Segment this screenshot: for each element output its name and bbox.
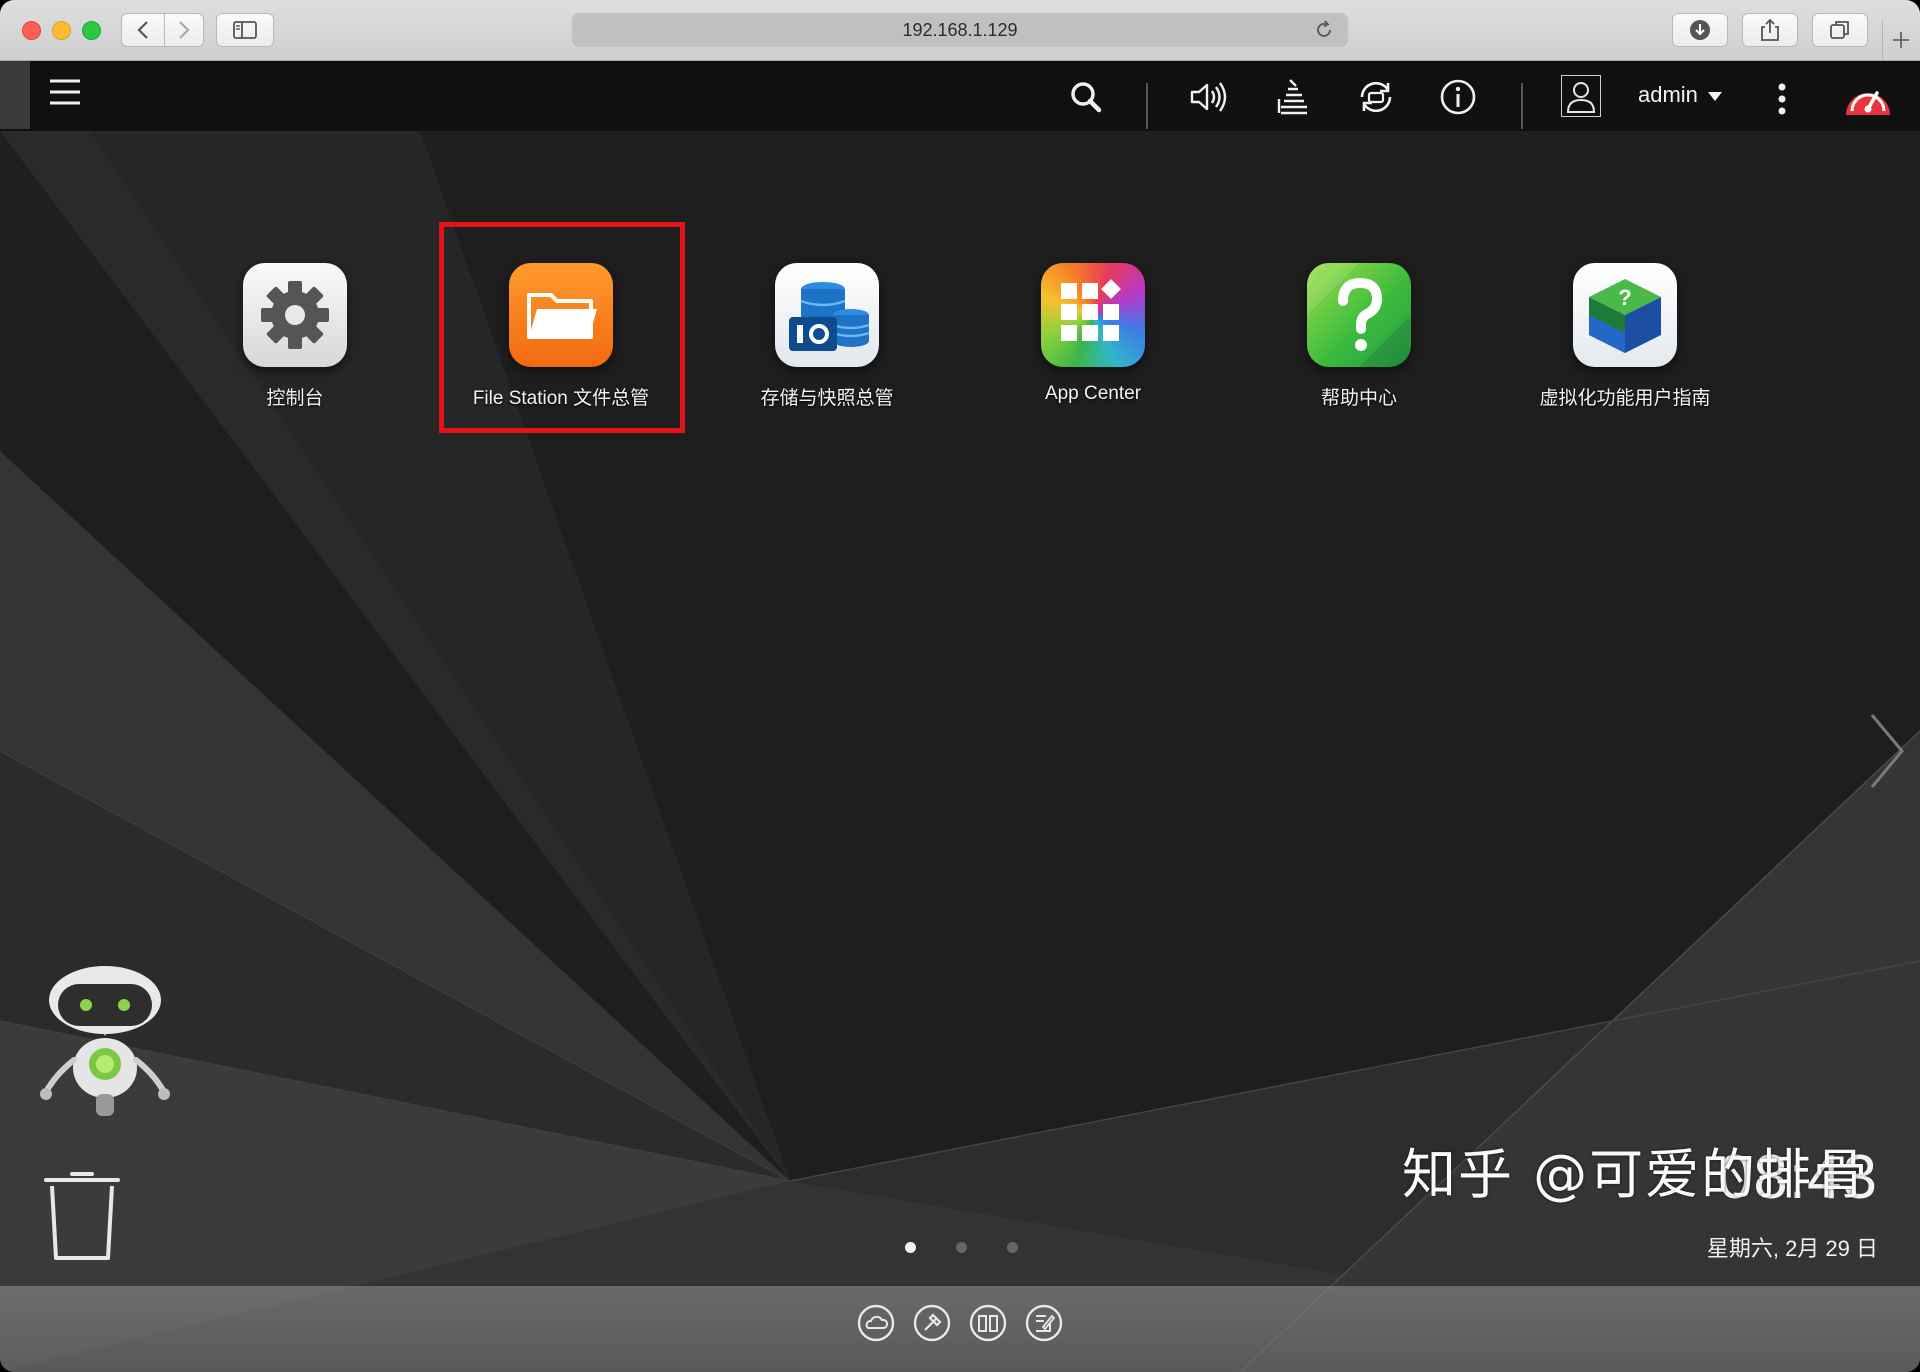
tools-icon[interactable]	[912, 1303, 952, 1343]
qts-top-bar: admin	[0, 61, 1920, 131]
resource-monitor-icon[interactable]	[1843, 77, 1893, 119]
new-tab-button[interactable]	[1882, 20, 1919, 60]
watermark-text: 知乎 @可爱的排骨	[1402, 1143, 1870, 1206]
page-dot[interactable]	[956, 1242, 967, 1253]
qboost-robot-icon[interactable]	[36, 964, 174, 1122]
app-label: 控制台	[266, 388, 324, 409]
page-indicator	[900, 1238, 1030, 1258]
app-label: App Center	[1044, 383, 1142, 404]
left-edge-strip	[0, 61, 30, 129]
info-icon[interactable]	[1438, 77, 1478, 117]
browser-window: 192.168.1.129 admin 控制台 File Station 文件总…	[0, 0, 1920, 1372]
forward-button[interactable]	[164, 13, 204, 47]
app-grid-icon[interactable]	[1041, 263, 1145, 367]
user-icon	[1566, 82, 1596, 113]
minimize-window-button[interactable]	[52, 21, 71, 40]
bottom-dock	[0, 1286, 1920, 1372]
app-storage-snapshots[interactable]: 存储与快照总管	[707, 263, 947, 410]
browser-toolbar: 192.168.1.129	[0, 0, 1920, 61]
plus-icon	[1893, 32, 1909, 48]
caret-down-icon[interactable]	[1708, 92, 1722, 101]
sidebar-toggle-button[interactable]	[216, 13, 274, 47]
user-avatar[interactable]	[1561, 75, 1601, 117]
clock-date: 星期六, 2月 29 日	[1706, 1236, 1878, 1261]
toolbar-divider	[1521, 83, 1523, 129]
cloud-icon[interactable]	[856, 1303, 896, 1343]
page-dot[interactable]	[905, 1242, 916, 1253]
app-app-center[interactable]: App Center	[973, 263, 1213, 405]
event-log-icon[interactable]	[1274, 77, 1314, 117]
book-icon[interactable]	[968, 1303, 1008, 1343]
page-dot[interactable]	[1007, 1242, 1018, 1253]
address-bar[interactable]: 192.168.1.129	[572, 13, 1348, 47]
back-button[interactable]	[121, 13, 165, 47]
app-help-center[interactable]: 帮助中心	[1239, 263, 1479, 410]
sync-icon[interactable]	[1356, 77, 1396, 117]
zoom-window-button[interactable]	[82, 21, 101, 40]
app-label: 帮助中心	[1320, 388, 1397, 409]
highlight-box	[439, 222, 685, 433]
username-label[interactable]: admin	[1638, 82, 1698, 108]
chevron-left-icon	[137, 21, 148, 39]
trash-icon[interactable]	[44, 1166, 120, 1262]
help-icon[interactable]	[1307, 263, 1411, 367]
more-icon[interactable]	[1770, 79, 1794, 119]
reload-icon[interactable]	[1314, 20, 1334, 40]
storage-icon[interactable]	[775, 263, 879, 367]
url-text: 192.168.1.129	[902, 19, 1018, 40]
app-label: 存储与快照总管	[760, 388, 894, 409]
volume-icon[interactable]	[1188, 77, 1228, 117]
edit-note-icon[interactable]	[1024, 1303, 1064, 1343]
downloads-button[interactable]	[1672, 13, 1728, 47]
search-icon[interactable]	[1066, 77, 1106, 117]
share-button[interactable]	[1742, 13, 1798, 47]
app-label: 虚拟化功能用户指南	[1539, 388, 1711, 409]
chevron-right-icon[interactable]	[1866, 711, 1906, 791]
svg-text:?: ?	[1618, 285, 1631, 310]
cube-icon[interactable]: ?	[1573, 263, 1677, 367]
sidebar-icon	[233, 21, 257, 39]
download-icon	[1690, 20, 1710, 40]
menu-icon[interactable]	[48, 75, 82, 109]
app-virtualization-guide[interactable]: ? 虚拟化功能用户指南	[1505, 263, 1745, 410]
gear-icon[interactable]	[243, 263, 347, 367]
share-icon	[1761, 18, 1779, 41]
chevron-right-icon	[179, 21, 190, 39]
tabs-icon	[1830, 21, 1849, 39]
show-tabs-button[interactable]	[1812, 13, 1868, 47]
app-control-panel[interactable]: 控制台	[175, 263, 415, 410]
toolbar-divider	[1146, 83, 1148, 129]
close-window-button[interactable]	[22, 21, 41, 40]
